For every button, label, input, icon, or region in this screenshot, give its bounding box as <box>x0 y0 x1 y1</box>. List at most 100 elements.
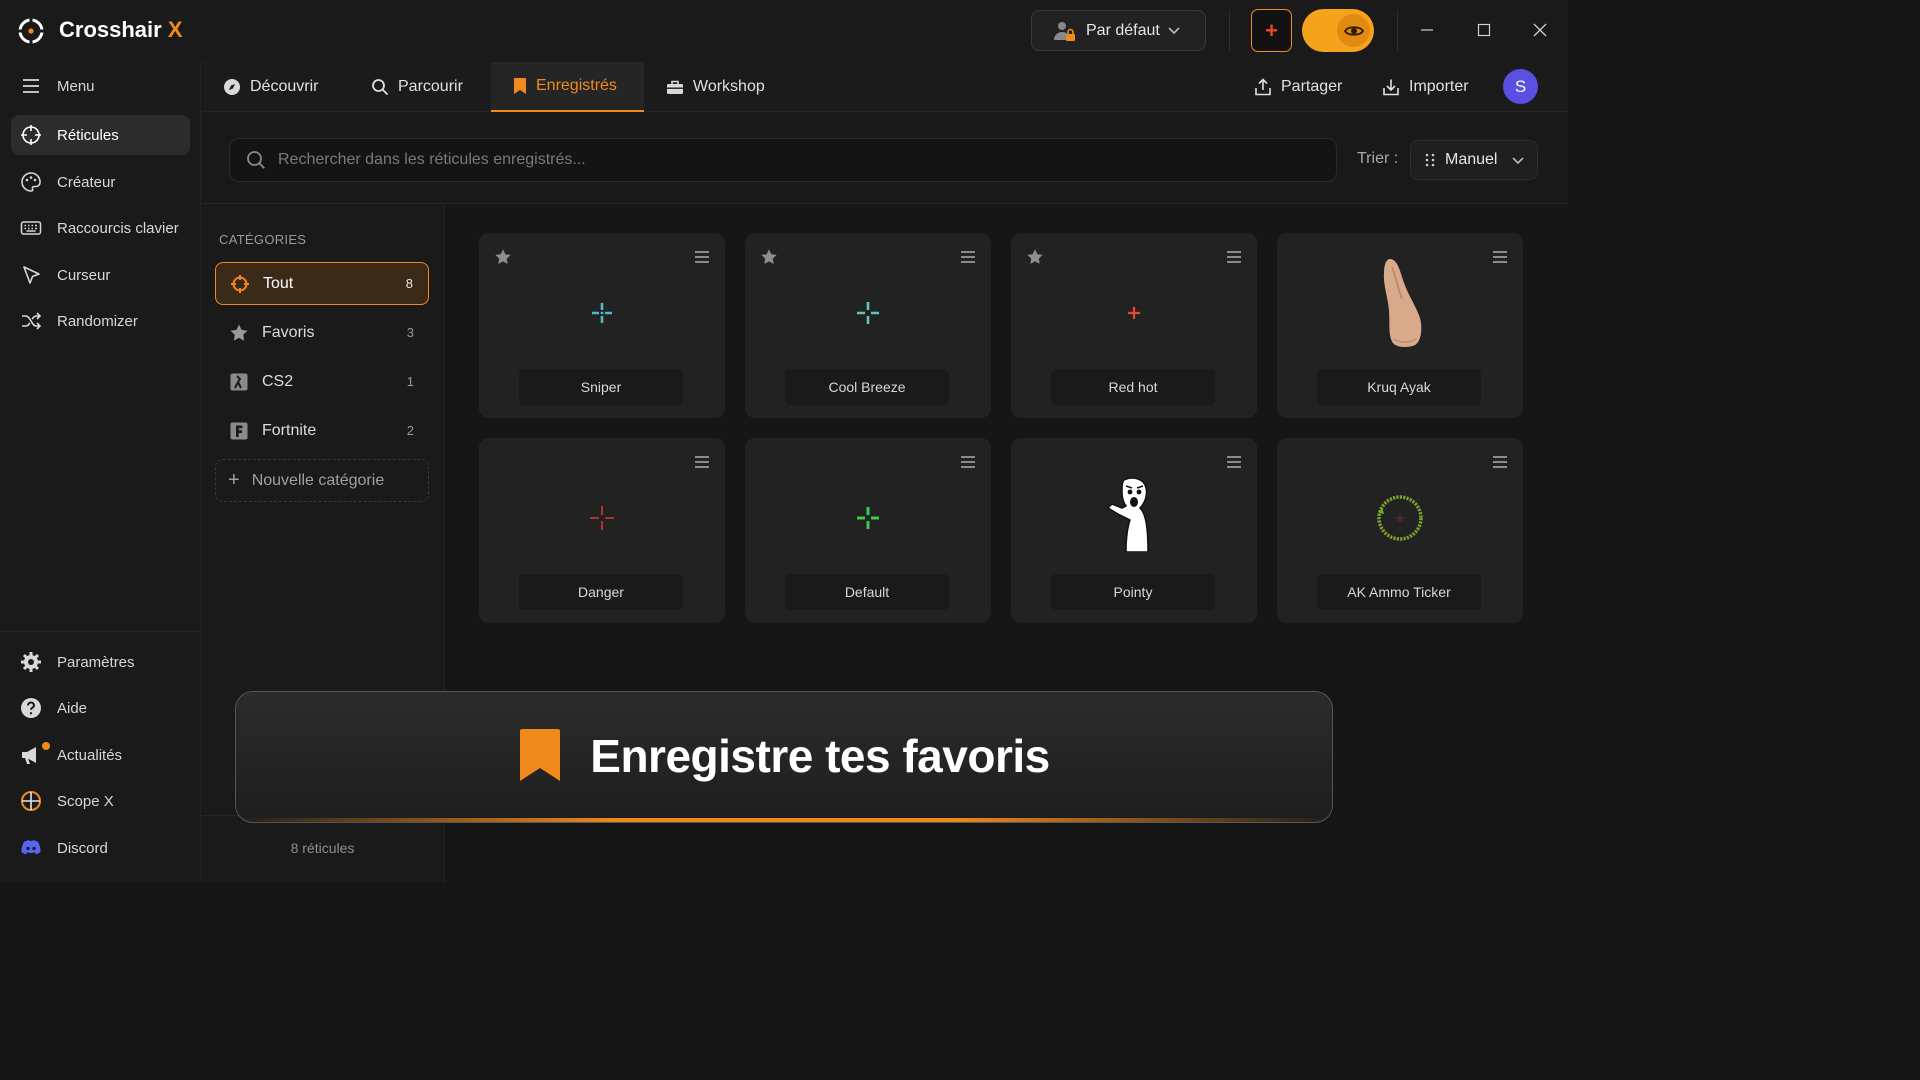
sidebar: Menu Réticules Créateur Raccourcis clavi… <box>0 62 201 882</box>
search-input[interactable] <box>278 151 1178 169</box>
plus-icon: + <box>1265 17 1278 43</box>
overlay-visibility-toggle[interactable] <box>1302 9 1374 52</box>
sidebar-item-menu[interactable]: Menu <box>11 66 190 106</box>
category-fortnite[interactable]: Fortnite 2 <box>215 409 429 452</box>
divider <box>1397 10 1398 51</box>
import-label: Importer <box>1409 78 1469 95</box>
toast-progress-bar <box>236 818 1332 822</box>
profile-select[interactable]: Par défaut <box>1031 10 1206 51</box>
sort-select[interactable]: Manuel <box>1410 140 1538 180</box>
new-category-label: Nouvelle catégorie <box>251 471 385 489</box>
bookmark-icon <box>520 729 561 781</box>
discord-icon <box>21 840 41 855</box>
plus-icon: + <box>228 469 240 491</box>
card-menu-icon[interactable] <box>1226 250 1242 264</box>
crosshair-card[interactable]: Red hot <box>1011 233 1257 418</box>
maximize-button[interactable] <box>1472 18 1496 42</box>
bookmark-icon <box>514 78 526 94</box>
sidebar-item-parametres[interactable]: Paramètres <box>11 642 190 682</box>
card-menu-icon[interactable] <box>694 455 710 469</box>
crosshair-name: Default <box>785 574 949 610</box>
crosshair-preview <box>479 263 725 363</box>
scope-icon <box>21 791 41 811</box>
crosshair-preview <box>1011 263 1257 363</box>
tab-decouvrir[interactable]: Découvrir <box>201 62 340 112</box>
crosshair-card[interactable]: Default <box>745 438 991 623</box>
category-favoris[interactable]: Favoris 3 <box>215 311 429 354</box>
tab-enregistres[interactable]: Enregistrés <box>491 62 644 112</box>
sidebar-item-curseur[interactable]: Curseur <box>11 255 190 295</box>
sidebar-item-label: Menu <box>57 77 95 95</box>
help-icon <box>21 698 41 718</box>
sort-label: Trier : <box>1357 150 1399 167</box>
download-icon <box>1383 79 1399 96</box>
save-favorites-toast: Enregistre tes favoris <box>235 691 1333 823</box>
crosshair-card[interactable]: Pointy <box>1011 438 1257 623</box>
sidebar-item-label: Scope X <box>57 792 114 810</box>
import-button[interactable]: Importer <box>1382 62 1469 112</box>
crosshair-logo-icon <box>17 17 45 45</box>
share-icon <box>1255 78 1271 96</box>
search-box <box>229 138 1337 182</box>
crosshair-preview: A <box>1277 468 1523 568</box>
profile-select-value: Par défaut <box>1086 21 1160 39</box>
share-button[interactable]: Partager <box>1254 62 1342 112</box>
avatar[interactable]: S <box>1503 69 1538 104</box>
sidebar-item-reticules[interactable]: Réticules <box>11 115 190 155</box>
card-menu-icon[interactable] <box>960 455 976 469</box>
sort-value: Manuel <box>1445 151 1498 168</box>
divider <box>0 631 200 632</box>
user-lock-icon <box>1054 21 1075 41</box>
app-title-text: Crosshair <box>59 17 162 42</box>
sidebar-item-aide[interactable]: Aide <box>11 688 190 728</box>
category-cs2[interactable]: CS2 1 <box>215 360 429 403</box>
minimize-icon <box>1421 29 1433 31</box>
crosshair-name: Red hot <box>1051 369 1215 405</box>
sidebar-item-scope-x[interactable]: Scope X <box>11 781 190 821</box>
sidebar-item-createur[interactable]: Créateur <box>11 162 190 202</box>
app-title-x: X <box>167 17 183 42</box>
sidebar-item-label: Randomizer <box>57 312 138 330</box>
tab-label: Parcourir <box>398 78 463 95</box>
toast-text: Enregistre tes favoris <box>590 730 1050 782</box>
minimize-button[interactable] <box>1415 18 1439 42</box>
crosshair-preview <box>745 263 991 363</box>
crosshair-card[interactable]: Danger <box>479 438 725 623</box>
quick-add-button[interactable]: + <box>1251 9 1292 52</box>
svg-text:A: A <box>1397 514 1404 525</box>
search-toolbar: Trier : Manuel <box>201 112 1568 204</box>
sidebar-item-actualites[interactable]: Actualités <box>11 735 190 775</box>
sidebar-item-randomizer[interactable]: Randomizer <box>11 301 190 341</box>
new-category-button[interactable]: + Nouvelle catégorie <box>215 459 429 502</box>
category-label: Favoris <box>262 323 315 341</box>
crosshair-name: Danger <box>519 574 683 610</box>
categories-title: CATÉGORIES <box>219 232 307 247</box>
card-menu-icon[interactable] <box>1492 455 1508 469</box>
tab-parcourir[interactable]: Parcourir <box>349 62 485 112</box>
sidebar-item-label: Raccourcis clavier <box>57 219 179 237</box>
category-tout[interactable]: Tout 8 <box>215 262 429 305</box>
title-bar: Crosshair X Par défaut + <box>0 0 1568 62</box>
crosshair-card[interactable]: A AK Ammo Ticker <box>1277 438 1523 623</box>
crosshair-name: Cool Breeze <box>785 369 949 405</box>
maximize-icon <box>1477 23 1491 37</box>
sidebar-item-discord[interactable]: Discord <box>11 828 190 868</box>
crosshair-card[interactable]: Kruq Ayak <box>1277 233 1523 418</box>
crosshair-count: 8 réticules <box>290 840 355 856</box>
close-icon <box>1533 23 1547 37</box>
sidebar-item-raccourcis[interactable]: Raccourcis clavier <box>11 208 190 248</box>
close-button[interactable] <box>1528 18 1552 42</box>
tab-workshop[interactable]: Workshop <box>644 62 787 112</box>
cursor-icon <box>23 266 40 284</box>
crosshair-card[interactable]: Sniper <box>479 233 725 418</box>
category-label: CS2 <box>262 372 294 390</box>
crosshair-card[interactable]: Cool Breeze <box>745 233 991 418</box>
grip-icon <box>1425 153 1435 167</box>
category-count: 1 <box>406 374 414 389</box>
search-icon <box>247 151 265 169</box>
card-menu-icon[interactable] <box>694 250 710 264</box>
category-label: Tout <box>263 274 294 292</box>
sidebar-item-label: Réticules <box>57 126 119 144</box>
gear-icon <box>21 652 41 672</box>
card-menu-icon[interactable] <box>960 250 976 264</box>
